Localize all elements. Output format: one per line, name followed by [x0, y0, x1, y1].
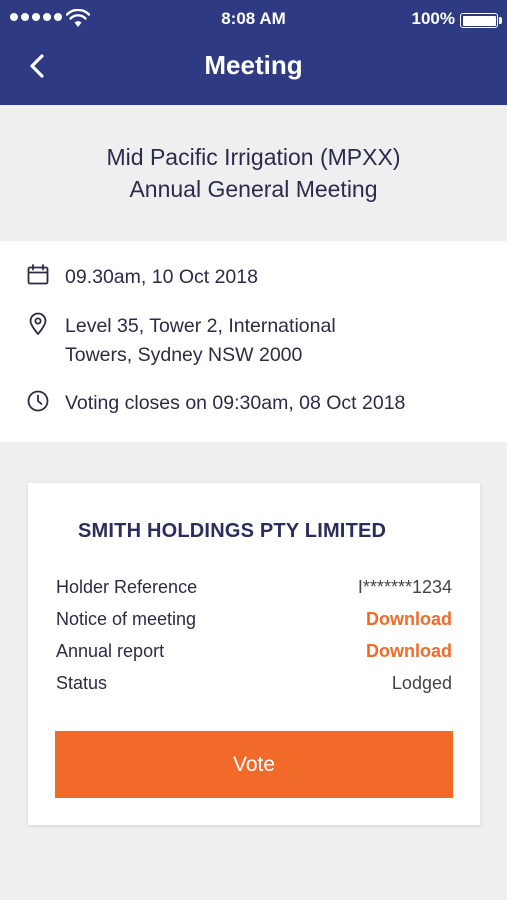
notice-of-meeting-label: Notice of meeting	[56, 608, 197, 629]
voting-close-time: Voting closes on 09:30am, 08 Oct 2018	[65, 392, 406, 414]
status-value: Lodged	[391, 672, 452, 693]
holder-name: SMITH HOLDINGS PTY LIMITED	[78, 520, 387, 542]
status-row: Status Lodged	[56, 670, 452, 696]
meeting-type: Annual General Meeting	[129, 176, 378, 202]
status-bar: 8:08 AM 100%	[0, 0, 507, 38]
holding-card: SMITH HOLDINGS PTY LIMITED Holder Refere…	[28, 483, 480, 825]
battery-percent: 100%	[411, 9, 455, 28]
meeting-title-section: Mid Pacific Irrigation (MPXX) Annual Gen…	[0, 105, 507, 241]
status-label: Status	[56, 672, 108, 693]
meeting-location-line1: Level 35, Tower 2, International	[65, 315, 336, 337]
notice-of-meeting-download-link[interactable]: Download	[366, 609, 452, 630]
holder-reference-label: Holder Reference	[56, 576, 198, 597]
page-title: Meeting	[204, 50, 303, 80]
holder-reference-row: Holder Reference I*******1234	[56, 574, 452, 600]
annual-report-download-link[interactable]: Download	[366, 641, 452, 662]
meeting-date-row: 09.30am, 10 Oct 2018	[26, 263, 258, 292]
annual-report-label: Annual report	[56, 640, 165, 661]
notice-of-meeting-row: Notice of meeting Download	[56, 606, 452, 632]
vote-button[interactable]: Vote	[55, 731, 453, 798]
location-pin-icon	[29, 312, 47, 335]
battery-icon	[460, 13, 498, 28]
voting-close-row: Voting closes on 09:30am, 08 Oct 2018	[26, 389, 405, 418]
calendar-icon	[27, 264, 49, 285]
meeting-date: 09.30am, 10 Oct 2018	[65, 266, 258, 288]
meeting-location: Level 35, Tower 2, International Towers,…	[65, 312, 336, 370]
meeting-location-row: Level 35, Tower 2, International Towers,…	[26, 312, 336, 370]
meeting-details: 09.30am, 10 Oct 2018 Level 35, Tower 2, …	[0, 241, 507, 442]
clock-icon	[27, 390, 49, 412]
annual-report-row: Annual report Download	[56, 638, 452, 664]
holder-reference-value: I*******1234	[357, 576, 452, 597]
battery-tip	[499, 17, 502, 24]
meeting-location-line2: Towers, Sydney NSW 2000	[65, 344, 303, 366]
meeting-company-name: Mid Pacific Irrigation (MPXX)	[106, 144, 401, 170]
app-header: 8:08 AM 100% Meeting	[0, 0, 507, 105]
